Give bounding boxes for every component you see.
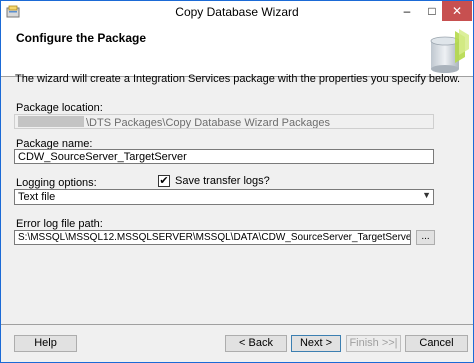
package-location-value: \DTS Packages\Copy Database Wizard Packa… (86, 117, 330, 129)
error-log-path-label: Error log file path: (16, 218, 103, 230)
footer-divider (1, 324, 473, 325)
wizard-content: The wizard will create a Integration Ser… (1, 73, 473, 323)
logging-options-select[interactable]: Text file ▼ (14, 189, 434, 205)
browse-button[interactable]: ... (416, 230, 435, 245)
description-text: The wizard will create a Integration Ser… (15, 73, 461, 85)
finish-button[interactable]: Finish >>| (346, 335, 401, 352)
next-button[interactable]: Next > (291, 335, 341, 352)
save-transfer-logs-label: Save transfer logs? (175, 175, 270, 187)
save-transfer-logs-option[interactable]: ✔ Save transfer logs? (158, 175, 270, 187)
logging-options-value: Text file (18, 191, 56, 203)
package-location-label: Package location: (16, 102, 103, 114)
redacted-server-name (18, 116, 84, 127)
error-log-path-input[interactable]: S:\MSSQL\MSSQL12.MSSQLSERVER\MSSQL\DATA\… (14, 230, 411, 245)
package-name-input[interactable]: CDW_SourceServer_TargetServer (14, 149, 434, 164)
close-button[interactable]: ✕ (442, 1, 472, 21)
database-cylinder-icon (430, 29, 469, 73)
back-button[interactable]: < Back (225, 335, 287, 352)
page-title: Configure the Package (16, 31, 147, 45)
cancel-button[interactable]: Cancel (405, 335, 468, 352)
title-bar[interactable]: Copy Database Wizard – □ ✕ (1, 1, 473, 23)
wizard-header: Configure the Package (1, 23, 473, 77)
package-location-field: \DTS Packages\Copy Database Wizard Packa… (14, 114, 434, 129)
chevron-down-icon: ▼ (422, 190, 431, 200)
wizard-window: Copy Database Wizard – □ ✕ Configure the… (0, 0, 474, 363)
help-button[interactable]: Help (14, 335, 77, 352)
logging-options-label: Logging options: (16, 177, 97, 189)
minimize-button[interactable]: – (394, 1, 420, 21)
save-transfer-logs-checkbox[interactable]: ✔ (158, 175, 170, 187)
